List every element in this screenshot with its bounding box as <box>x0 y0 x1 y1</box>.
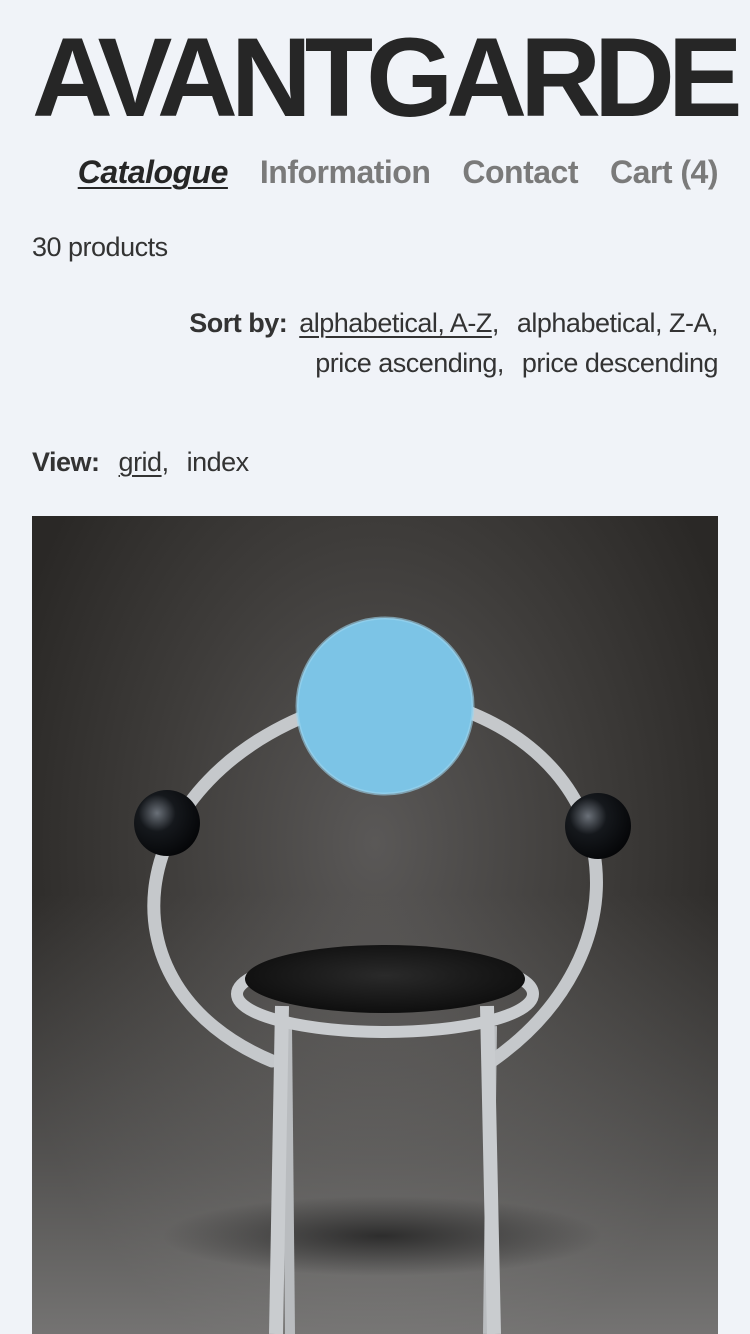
main-nav: Catalogue Information Contact Cart (4) <box>78 154 719 191</box>
view-label: View: <box>32 447 100 477</box>
chair-leg <box>269 1005 289 1334</box>
product-count: 30 products <box>32 232 168 262</box>
nav-cart-link[interactable]: Cart (4) <box>610 154 719 191</box>
sort-option-za[interactable]: alphabetical, Z-A <box>517 308 712 338</box>
sort-controls: Sort by: alphabetical, A-Z, alphabetical, … <box>118 303 718 383</box>
chair-shadow <box>162 1196 602 1276</box>
nav-information-link[interactable]: Information <box>260 154 431 191</box>
view-option-grid[interactable]: grid <box>119 447 163 477</box>
sort-label: Sort by: <box>189 308 288 338</box>
sort-option-az[interactable]: alphabetical, A-Z <box>299 308 492 338</box>
sort-option-price-desc[interactable]: price descending <box>522 348 719 378</box>
chair-arm-ball <box>565 793 631 859</box>
product-card-image[interactable] <box>32 516 718 1334</box>
chair-seat <box>245 945 525 1013</box>
separator: , <box>496 348 505 378</box>
chair-illustration <box>134 616 631 1334</box>
separator: , <box>161 447 170 477</box>
view-controls: View: grid, index <box>32 447 249 478</box>
sort-option-price-asc[interactable]: price ascending <box>315 348 497 378</box>
chair-arm-ball <box>134 790 200 856</box>
separator: , <box>491 308 500 338</box>
nav-catalogue-link[interactable]: Catalogue <box>78 154 229 191</box>
view-option-index[interactable]: index <box>187 447 250 477</box>
nav-contact-link[interactable]: Contact <box>462 154 578 191</box>
chair-leg <box>480 1005 501 1334</box>
site-logo[interactable]: AVANTGARDE <box>32 22 743 134</box>
separator: , <box>710 308 719 338</box>
